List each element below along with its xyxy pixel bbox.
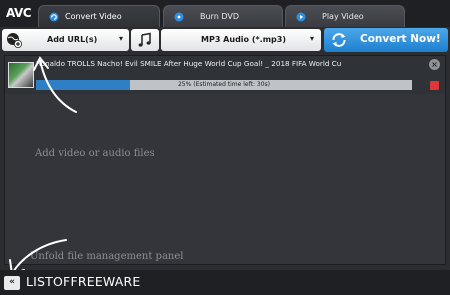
unfold-panel-button[interactable]: « (4, 276, 20, 290)
watermark-text: LISTOFFREEWARE (26, 274, 141, 289)
annotation-arrows (9, 56, 77, 276)
arrow-icon (9, 56, 77, 276)
